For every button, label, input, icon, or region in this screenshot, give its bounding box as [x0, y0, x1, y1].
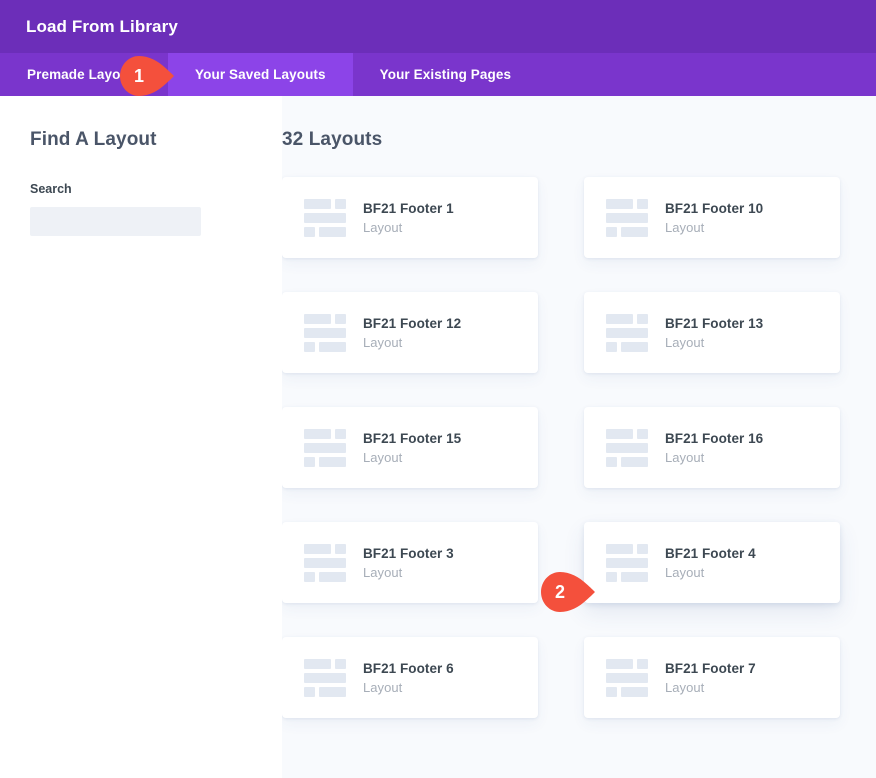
layout-card[interactable]: BF21 Footer 12 Layout	[282, 292, 538, 373]
layout-card-title: BF21 Footer 6	[363, 661, 454, 676]
search-input[interactable]	[30, 207, 201, 236]
layout-card[interactable]: BF21 Footer 16 Layout	[584, 407, 840, 488]
tab-label: Premade Layouts	[27, 67, 141, 82]
layout-card-title: BF21 Footer 12	[363, 316, 461, 331]
tab-premade-layouts[interactable]: Premade Layouts	[0, 53, 168, 96]
layout-card-title: BF21 Footer 10	[665, 201, 763, 216]
layout-card-type: Layout	[363, 220, 454, 235]
layout-card-title: BF21 Footer 3	[363, 546, 454, 561]
modal-body: Find A Layout Search 32 Layouts BF21 Foo…	[0, 96, 876, 778]
layout-card-type: Layout	[665, 450, 763, 465]
layout-card-title: BF21 Footer 16	[665, 431, 763, 446]
sidebar-title: Find A Layout	[30, 129, 252, 151]
layout-thumbnail-icon	[304, 199, 346, 237]
layout-card-type: Layout	[665, 220, 763, 235]
layout-card-type: Layout	[363, 680, 454, 695]
layout-card[interactable]: BF21 Footer 13 Layout	[584, 292, 840, 373]
layout-card-type: Layout	[665, 565, 756, 580]
page-title: Load From Library	[26, 17, 178, 37]
layout-card[interactable]: BF21 Footer 10 Layout	[584, 177, 840, 258]
layout-card-type: Layout	[665, 680, 756, 695]
tab-your-saved-layouts[interactable]: Your Saved Layouts	[168, 53, 353, 96]
layout-thumbnail-icon	[606, 199, 648, 237]
layout-card-highlighted[interactable]: BF21 Footer 4 Layout	[584, 522, 840, 603]
tab-label: Your Saved Layouts	[195, 67, 326, 82]
search-label: Search	[30, 182, 252, 196]
layout-results-panel: 32 Layouts BF21 Footer 1 Layout	[282, 96, 876, 778]
layout-thumbnail-icon	[606, 659, 648, 697]
layout-thumbnail-icon	[304, 544, 346, 582]
layout-thumbnail-icon	[304, 429, 346, 467]
layouts-count-title: 32 Layouts	[282, 129, 840, 151]
tab-bar: Premade Layouts Your Saved Layouts Your …	[0, 53, 876, 96]
layout-card-type: Layout	[363, 450, 461, 465]
layout-card-title: BF21 Footer 1	[363, 201, 454, 216]
layout-card[interactable]: BF21 Footer 1 Layout	[282, 177, 538, 258]
layout-card-title: BF21 Footer 13	[665, 316, 763, 331]
layout-card[interactable]: BF21 Footer 3 Layout	[282, 522, 538, 603]
tab-your-existing-pages[interactable]: Your Existing Pages	[353, 53, 538, 96]
layout-card-title: BF21 Footer 7	[665, 661, 756, 676]
layout-thumbnail-icon	[606, 544, 648, 582]
layout-card[interactable]: BF21 Footer 6 Layout	[282, 637, 538, 718]
layout-card[interactable]: BF21 Footer 15 Layout	[282, 407, 538, 488]
layout-card-title: BF21 Footer 15	[363, 431, 461, 446]
layout-card-type: Layout	[665, 335, 763, 350]
layout-thumbnail-icon	[304, 314, 346, 352]
layout-card[interactable]: BF21 Footer 7 Layout	[584, 637, 840, 718]
layout-card-title: BF21 Footer 4	[665, 546, 756, 561]
layout-card-type: Layout	[363, 335, 461, 350]
layout-thumbnail-icon	[606, 429, 648, 467]
layout-thumbnail-icon	[606, 314, 648, 352]
modal-header: Load From Library	[0, 0, 876, 53]
layout-card-grid: BF21 Footer 1 Layout BF21 Footer 10 Layo…	[282, 177, 840, 718]
sidebar-find-a-layout: Find A Layout Search	[0, 96, 282, 778]
layout-thumbnail-icon	[304, 659, 346, 697]
layout-card-type: Layout	[363, 565, 454, 580]
tab-label: Your Existing Pages	[380, 67, 511, 82]
